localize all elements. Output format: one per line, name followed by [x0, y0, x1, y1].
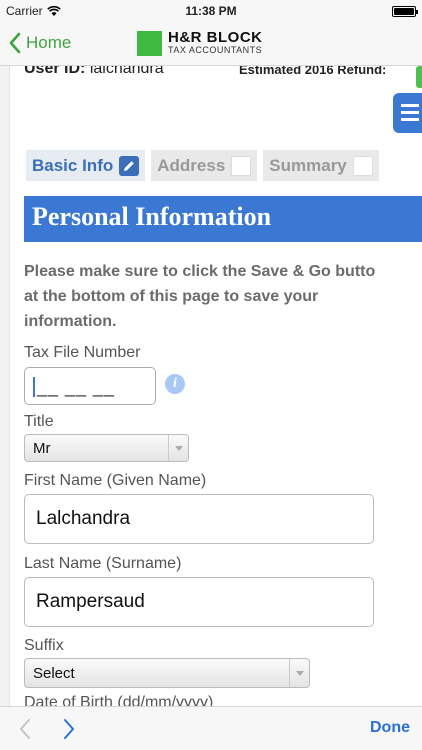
left-rail	[0, 66, 10, 706]
user-id-label: User ID:	[24, 66, 86, 77]
status-time: 11:38 PM	[185, 4, 237, 18]
chevron-right-icon[interactable]	[62, 718, 76, 740]
pencil-icon	[119, 155, 140, 176]
suffix-select-value: Select	[33, 664, 75, 682]
save-notice-line: information.	[24, 313, 117, 330]
first-name-value: Lalchandra	[36, 508, 131, 529]
navigation-bar: Home H&R BLOCK TAX ACCOUNTANTS	[0, 22, 422, 66]
title-select-value: Mr	[33, 439, 51, 457]
status-bar: Carrier 11:38 PM	[0, 0, 422, 22]
tax-file-number-input[interactable]: __ __ __	[24, 367, 156, 405]
chevron-down-icon	[168, 435, 188, 461]
tab-address[interactable]: Address	[151, 150, 258, 181]
tab-summary-label: Summary	[269, 155, 347, 175]
dob-label: Date of Birth (dd/mm/yyyy)	[24, 694, 214, 706]
estimated-refund-label: Estimated 2016 Refund:	[239, 66, 387, 77]
done-button[interactable]: Done	[370, 719, 410, 737]
title-label: Title	[24, 413, 54, 430]
suffix-select[interactable]: Select	[24, 658, 310, 688]
battery-icon	[392, 6, 418, 17]
first-name-label: First Name (Given Name)	[24, 472, 207, 489]
save-notice-line: Please make sure to click the Save & Go …	[24, 263, 376, 280]
logo-brand: H&R BLOCK	[168, 29, 263, 46]
tfn-mask: __ __ __	[37, 377, 116, 397]
save-notice: Please make sure to click the Save & Go …	[24, 259, 422, 334]
home-back-button[interactable]: Home	[8, 32, 71, 54]
tab-summary[interactable]: Summary	[263, 150, 379, 181]
info-icon[interactable]: i	[165, 374, 185, 394]
chevron-left-icon	[9, 32, 21, 54]
logo-green-square	[137, 30, 162, 56]
save-notice-line: at the bottom of this page to save your	[24, 288, 319, 305]
title-select[interactable]: Mr	[24, 434, 189, 462]
keyboard-toolbar: Done	[0, 706, 422, 750]
checkbox-icon	[231, 155, 252, 176]
user-row: User ID: lalchandra Estimated 2016 Refun…	[24, 66, 422, 80]
text-cursor	[33, 377, 35, 397]
tfn-label: Tax File Number	[24, 344, 141, 361]
checkbox-icon	[352, 155, 373, 176]
tab-address-label: Address	[157, 155, 226, 175]
user-id-value: lalchandra	[89, 66, 164, 77]
step-tabs: Basic Info Address Summary	[26, 150, 379, 181]
menu-icon-line-1	[401, 104, 419, 107]
chevron-left-icon[interactable]	[18, 718, 32, 740]
tab-basic-info[interactable]: Basic Info	[26, 150, 146, 181]
tab-basic-info-label: Basic Info	[32, 155, 114, 175]
menu-button[interactable]	[393, 93, 422, 133]
logo-subtitle: TAX ACCOUNTANTS	[168, 45, 263, 55]
suffix-label: Suffix	[24, 637, 64, 654]
menu-icon-line-3	[401, 118, 419, 121]
user-id: User ID: lalchandra	[24, 66, 164, 77]
last-name-input[interactable]: Rampersaud	[24, 577, 374, 627]
first-name-input[interactable]: Lalchandra	[24, 494, 374, 544]
hr-block-logo: H&R BLOCK TAX ACCOUNTANTS	[137, 30, 263, 56]
refund-amount-badge	[416, 66, 422, 88]
home-back-label: Home	[26, 33, 72, 52]
chevron-down-icon	[289, 659, 309, 687]
logo-text: H&R BLOCK TAX ACCOUNTANTS	[168, 30, 263, 56]
battery-fill	[394, 8, 414, 15]
form-page[interactable]: User ID: lalchandra Estimated 2016 Refun…	[0, 66, 422, 706]
last-name-label: Last Name (Surname)	[24, 555, 182, 572]
last-name-value: Rampersaud	[36, 591, 145, 612]
section-title: Personal Information	[24, 196, 422, 242]
menu-icon-line-2	[401, 111, 419, 114]
